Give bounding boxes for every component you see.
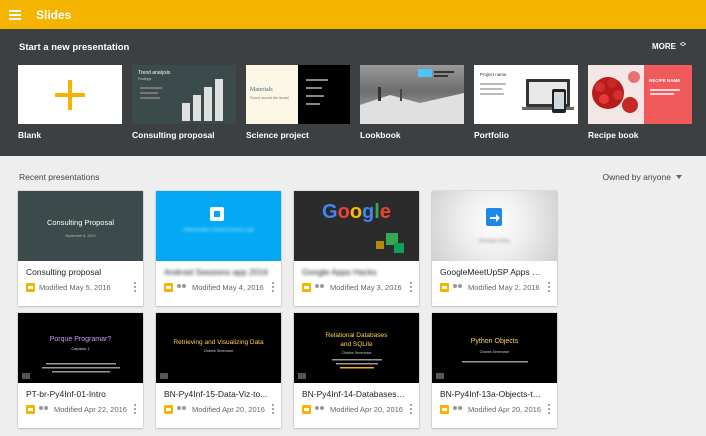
template-thumbnail [18,65,122,124]
plus-icon [55,80,85,110]
app-title: Slides [36,7,72,22]
template-label: Recipe book [588,130,639,140]
shared-people-icon [177,406,187,413]
template-thumbnail: Materials Found around the house! [246,65,350,124]
slides-file-icon [302,405,311,414]
app-bar: Slides [0,0,706,29]
template-consulting-proposal[interactable]: Trend analysis Findings Consulting propo… [132,65,236,140]
presentation-thumbnail: Relational Databases and SQLite Charles … [294,313,419,383]
template-thumbnail: Trend analysis Findings [132,65,236,124]
slides-file-icon [440,405,449,414]
presentation-card[interactable]: Google Google Apps Hacks Modified May 3,… [294,191,419,306]
shared-people-icon [39,406,49,413]
template-label: Lookbook [360,130,401,140]
slides-file-icon [164,283,173,292]
presentation-title: PT-br-Py4Inf-01-Intro [26,389,106,399]
presentation-card[interactable]: Relational Databases and SQLite Charles … [294,313,419,428]
template-label: Blank [18,130,42,140]
puzzle-graphic [376,233,404,253]
presentation-title: Android Sessions app 2016 [164,267,268,277]
template-thumbnail: Project name [474,65,578,124]
photo-thumbnail [360,69,464,124]
shared-people-icon [315,284,325,291]
more-label: MORE [651,41,676,51]
slides-file-icon [26,283,35,292]
slides-logo-icon [210,207,224,221]
presentation-card[interactable]: Python Objects Charles Severance BN-Py4I… [432,313,557,428]
template-thumbnail [360,65,464,124]
chart-thumbnail-icon [140,79,223,121]
modified-date: Modified May 3, 2016 [330,283,402,292]
template-label: Science project [246,130,309,140]
template-portfolio[interactable]: Project name Portfolio [474,65,578,140]
more-options-icon[interactable] [272,282,275,292]
template-blank[interactable]: Blank [18,65,122,140]
more-options-icon[interactable] [410,404,413,414]
presentation-thumbnail: Retrieving and Visualizing Data Charles … [156,313,281,383]
presentation-title: GoogleMeetUpSP Apps S... [440,267,544,277]
modified-date: Modified Apr 20, 2016 [468,405,541,414]
more-options-icon[interactable] [272,404,275,414]
more-options-icon[interactable] [134,404,137,414]
berries-photo [588,65,680,124]
shared-people-icon [315,406,325,413]
slides-file-icon [302,283,311,292]
template-lookbook[interactable]: Lookbook [360,65,464,140]
presentation-thumbnail: Henrique Abreu [432,191,557,261]
presentation-title: Google Apps Hacks [302,267,377,277]
more-options-icon[interactable] [548,404,551,414]
presentation-card[interactable]: Porque Programar? Capítulo 1 PT-br-Py4In… [18,313,143,428]
presentation-card[interactable]: SlidesScripts Android Sessions app Andro… [156,191,281,306]
modified-date: Modified Apr 20, 2016 [330,405,403,414]
template-science-project[interactable]: Materials Found around the house! Scienc… [246,65,350,140]
presentation-thumbnail: Google [294,191,419,261]
more-options-icon[interactable] [410,282,413,292]
presentation-title: BN-Py4Inf-13a-Objects-to... [440,389,544,399]
more-options-icon[interactable] [134,282,137,292]
unfold-icon: ︿ ﹀ [679,40,686,51]
presentation-thumbnail: Porque Programar? Capítulo 1 [18,313,143,383]
recent-presentations-heading: Recent presentations [19,172,100,182]
presentation-thumbnail: Python Objects Charles Severance [432,313,557,383]
slides-file-icon [440,283,449,292]
presentation-thumbnail: Consulting Proposal September 8, 20XX [18,191,143,261]
template-gallery-heading: Start a new presentation [19,42,130,53]
owner-filter-label: Owned by anyone [602,172,671,182]
more-options-icon[interactable] [548,282,551,292]
presentation-title: Consulting proposal [26,267,102,277]
more-templates-button[interactable]: MORE ︿ ﹀ [651,40,686,51]
presentation-title: BN-Py4Inf-14-Databases-... [302,389,406,399]
dropdown-arrow-icon [676,175,682,179]
presentation-thumbnail: SlidesScripts Android Sessions app [156,191,281,261]
modified-date: Modified Apr 20, 2016 [192,405,265,414]
devices-illustration [480,79,574,113]
owner-filter-dropdown[interactable]: Owned by anyone [602,172,682,182]
share-arrow-icon [486,208,502,226]
modified-date: Modified Apr 22, 2016 [54,405,127,414]
template-recipe-book[interactable]: RECIPE NAME Recipe book [588,65,692,140]
slides-file-icon [164,405,173,414]
hamburger-menu-icon[interactable] [9,9,21,20]
modified-date: Modified May 2, 2016 [468,283,540,292]
presentation-title: BN-Py4Inf-15-Data-Viz-to... [164,389,268,399]
modified-date: Modified May 5, 2016 [39,283,111,292]
template-label: Consulting proposal [132,130,215,140]
presentation-card[interactable]: Retrieving and Visualizing Data Charles … [156,313,281,428]
slides-file-icon [26,405,35,414]
template-gallery: Start a new presentation MORE ︿ ﹀ Blank T… [0,29,706,156]
shared-people-icon [453,406,463,413]
shared-people-icon [177,284,187,291]
presentation-card[interactable]: Consulting Proposal September 8, 20XX Co… [18,191,143,306]
modified-date: Modified May 4, 2016 [192,283,264,292]
shared-people-icon [453,284,463,291]
template-thumbnail: RECIPE NAME [588,65,692,124]
presentation-card[interactable]: Henrique Abreu GoogleMeetUpSP Apps S... … [432,191,557,306]
template-label: Portfolio [474,130,509,140]
